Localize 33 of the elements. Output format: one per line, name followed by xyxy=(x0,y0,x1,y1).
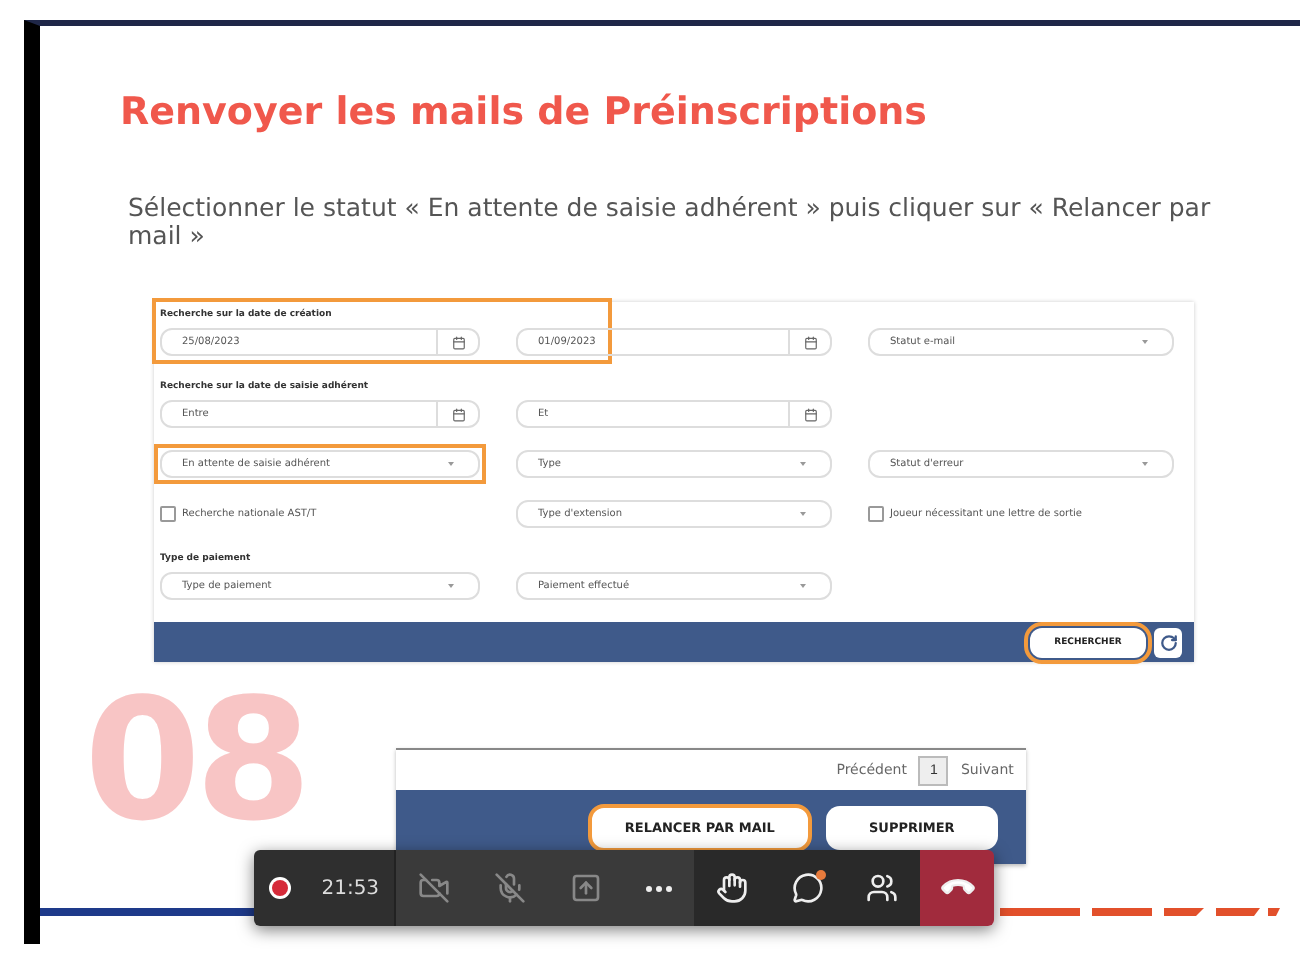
hand-icon xyxy=(716,872,749,904)
refresh-icon xyxy=(1159,633,1177,651)
share-button[interactable] xyxy=(570,872,603,904)
instruction-text: Sélectionner le statut « En attente de saisie adhérent » puis cliquer sur « Relancer par mail » xyxy=(128,194,1213,250)
more-icon xyxy=(646,885,673,891)
slide-title: Renvoyer les mails de Préinscriptions xyxy=(120,90,929,134)
checkbox[interactable] xyxy=(160,506,176,522)
caret-icon xyxy=(448,462,454,466)
caret-icon xyxy=(800,584,806,588)
camera-off-button[interactable] xyxy=(417,872,450,904)
share-icon xyxy=(570,872,603,904)
mic-off-icon xyxy=(494,872,527,904)
calendar-icon xyxy=(803,335,817,349)
slide-number: 08 xyxy=(84,678,306,842)
chat-button[interactable] xyxy=(791,872,824,904)
caret-icon xyxy=(1142,340,1148,344)
raise-hand-button[interactable] xyxy=(716,872,749,904)
more-button[interactable] xyxy=(646,885,673,891)
caret-icon xyxy=(800,512,806,516)
chat-icon xyxy=(791,872,824,904)
caret-icon xyxy=(800,462,806,466)
calendar-icon xyxy=(451,407,465,421)
participants-button[interactable] xyxy=(866,872,899,904)
checkbox[interactable] xyxy=(868,506,884,522)
camera-off-icon xyxy=(417,872,450,904)
people-icon xyxy=(866,872,899,904)
caret-icon xyxy=(448,584,454,588)
refresh-button[interactable] xyxy=(1154,627,1182,657)
mic-off-button[interactable] xyxy=(494,872,527,904)
call-timer: 21:53 xyxy=(321,877,380,899)
calendar-icon xyxy=(803,407,817,421)
calendar-icon xyxy=(451,335,465,349)
caret-icon xyxy=(1142,462,1148,466)
